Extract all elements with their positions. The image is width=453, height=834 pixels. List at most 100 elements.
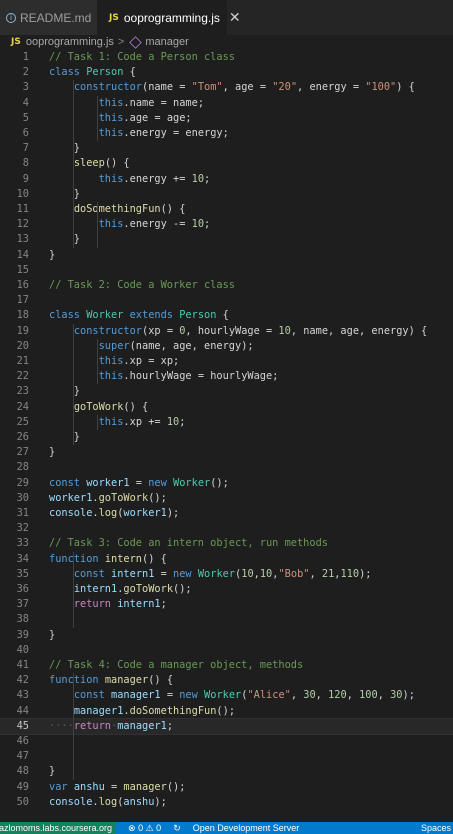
code-text: } [49, 628, 56, 641]
code-line[interactable]: 32 [0, 521, 453, 536]
indent-guide [73, 323, 74, 446]
sync-icon[interactable]: ↻ [173, 823, 181, 834]
line-number: 19 [16, 324, 29, 337]
code-text: console.log(anshu); [49, 795, 167, 808]
code-line[interactable]: 27} [0, 445, 453, 460]
indentation-status[interactable]: Spaces [421, 822, 453, 834]
code-line[interactable]: 48} [0, 764, 453, 779]
code-line[interactable]: 34 function intern() { [0, 552, 453, 567]
code-line[interactable]: 5 this.age = age; [0, 111, 453, 126]
code-line[interactable]: 24 goToWork() { [0, 400, 453, 415]
code-line[interactable]: 6 this.energy = energy; [0, 126, 453, 141]
code-line[interactable]: 17 [0, 293, 453, 308]
indent-guide [73, 80, 74, 248]
code-line[interactable]: 18 class Worker extends Person { [0, 308, 453, 323]
code-line[interactable]: 42 function manager() { [0, 673, 453, 688]
breadcrumb-symbol[interactable]: manager [145, 36, 188, 48]
code-text: } [49, 446, 56, 459]
code-line[interactable]: 33 // Task 3: Code an intern object, run … [0, 536, 453, 551]
code-line[interactable]: 40 [0, 643, 453, 658]
tab-label: README.md [20, 10, 92, 25]
line-number: 42 [16, 674, 29, 687]
close-icon[interactable]: ✕ [229, 9, 241, 26]
js-icon: JS [11, 37, 21, 47]
code-line[interactable]: 20 super(name, age, energy); [0, 339, 453, 354]
line-number: 38 [16, 613, 29, 626]
code-line[interactable]: 7 } [0, 141, 453, 156]
line-number: 46 [16, 735, 29, 747]
breadcrumb-file[interactable]: ooprogramming.js [26, 36, 114, 48]
code-line[interactable]: 30 worker1.goToWork(); [0, 491, 453, 506]
code-line[interactable]: 29 const worker1 = new Worker(); [0, 476, 453, 491]
code-text: // Task 4: Code a manager object, method… [49, 659, 304, 671]
code-line[interactable]: 37 return intern1; [0, 597, 453, 612]
code-editor[interactable]: 1 // Task 1: Code a Person class 2 class Pe… [0, 49, 453, 822]
tab-readme[interactable]: i README.md [0, 0, 97, 35]
code-line[interactable]: 9 this.energy += 10; [0, 172, 453, 187]
info-icon: i [6, 12, 16, 23]
code-line[interactable]: 12 this.energy -= 10; [0, 217, 453, 232]
code-line[interactable]: 21 this.xp = xp; [0, 354, 453, 369]
code-line[interactable]: 26 } [0, 430, 453, 445]
code-line[interactable]: 38 [0, 612, 453, 627]
code-line[interactable]: 41 // Task 4: Code a manager object, meth… [0, 658, 453, 673]
line-number: 23 [16, 385, 29, 398]
line-number: 34 [16, 552, 29, 565]
open-dev-server-button[interactable]: Open Development Server [193, 823, 300, 833]
code-line[interactable]: 1 // Task 1: Code a Person class [0, 50, 453, 65]
code-line[interactable]: 4 this.name = name; [0, 96, 453, 111]
code-line[interactable]: 35 const intern1 = new Worker(10,10,"Bob… [0, 567, 453, 582]
code-line[interactable]: 14} [0, 248, 453, 263]
code-line[interactable]: 47 [0, 749, 453, 764]
code-text: class Person { [49, 66, 136, 79]
indent-guide [97, 202, 98, 248]
code-line[interactable]: 44 manager1.doSomethingFun(); [0, 704, 453, 719]
code-line[interactable]: 2 class Person { [0, 65, 453, 80]
code-line[interactable]: 49 var anshu = manager(); [0, 780, 453, 795]
line-number: 27 [16, 446, 29, 459]
code-line[interactable]: 10 } [0, 187, 453, 202]
tab-ooprogramming[interactable]: JS ooprogramming.js ✕ [97, 0, 241, 35]
code-line[interactable]: 25 this.xp += 10; [0, 415, 453, 430]
code-text: console.log(worker1); [49, 507, 180, 519]
code-line[interactable]: 3 constructor(name = "Tom", age = "20", … [0, 80, 453, 95]
indent-guide [97, 95, 98, 142]
code-line[interactable]: 50 console.log(anshu); [0, 795, 453, 810]
code-line[interactable]: 46 [0, 734, 453, 749]
line-number: 21 [16, 355, 29, 367]
problems-indicator[interactable]: ⊗ 0 ⚠ 0 [128, 823, 161, 834]
code-text: doSomethingFun() { [73, 203, 186, 215]
code-line[interactable]: 8 sleep() { [0, 156, 453, 171]
code-text: constructor(name = "Tom", age = "20", en… [73, 81, 415, 94]
code-line[interactable]: 16 // Task 2: Code a Worker class [0, 278, 453, 293]
status-bar: razlomoms.labs.coursera.org ⊗ 0 ⚠ 0 ↻ Op… [0, 822, 453, 834]
code-text: } [49, 248, 56, 261]
code-text: } [49, 187, 80, 200]
line-number: 13 [16, 233, 29, 246]
code-line[interactable]: 23 } [0, 384, 453, 399]
remote-indicator[interactable]: razlomoms.labs.coursera.org [0, 822, 117, 834]
code-line[interactable]: 36 intern1.goToWork(); [0, 582, 453, 597]
code-line[interactable]: 31 console.log(worker1); [0, 506, 453, 521]
line-number: 35 [16, 567, 29, 580]
code-line[interactable]: 15 [0, 263, 453, 278]
line-number: 25 [16, 415, 29, 428]
code-text: this.hourlyWage = hourlyWage; [98, 370, 279, 383]
line-number: 22 [16, 370, 29, 383]
tab-label: ooprogramming.js [123, 10, 220, 25]
code-line[interactable]: 43 const manager1 = new Worker("Alice", … [0, 688, 453, 703]
line-number: 11 [16, 203, 29, 215]
code-line[interactable]: 11 doSomethingFun() { [0, 202, 453, 217]
code-line[interactable]: 28 [0, 460, 453, 475]
breadcrumb: JS ooprogramming.js > manager [0, 35, 453, 49]
code-line[interactable]: 45 ····return·manager1; [0, 717, 453, 735]
code-line[interactable]: 13 } [0, 232, 453, 247]
code-text: const worker1 = new Worker(); [49, 476, 229, 489]
line-number: 49 [16, 780, 29, 793]
line-number: 45 [16, 719, 29, 732]
line-number: 5 [22, 111, 29, 124]
code-line[interactable]: 22 this.hourlyWage = hourlyWage; [0, 369, 453, 384]
code-line[interactable]: 19 constructor(xp = 0, hourlyWage = 10, … [0, 324, 453, 339]
code-line[interactable]: 39} [0, 628, 453, 643]
line-number: 10 [16, 187, 29, 200]
